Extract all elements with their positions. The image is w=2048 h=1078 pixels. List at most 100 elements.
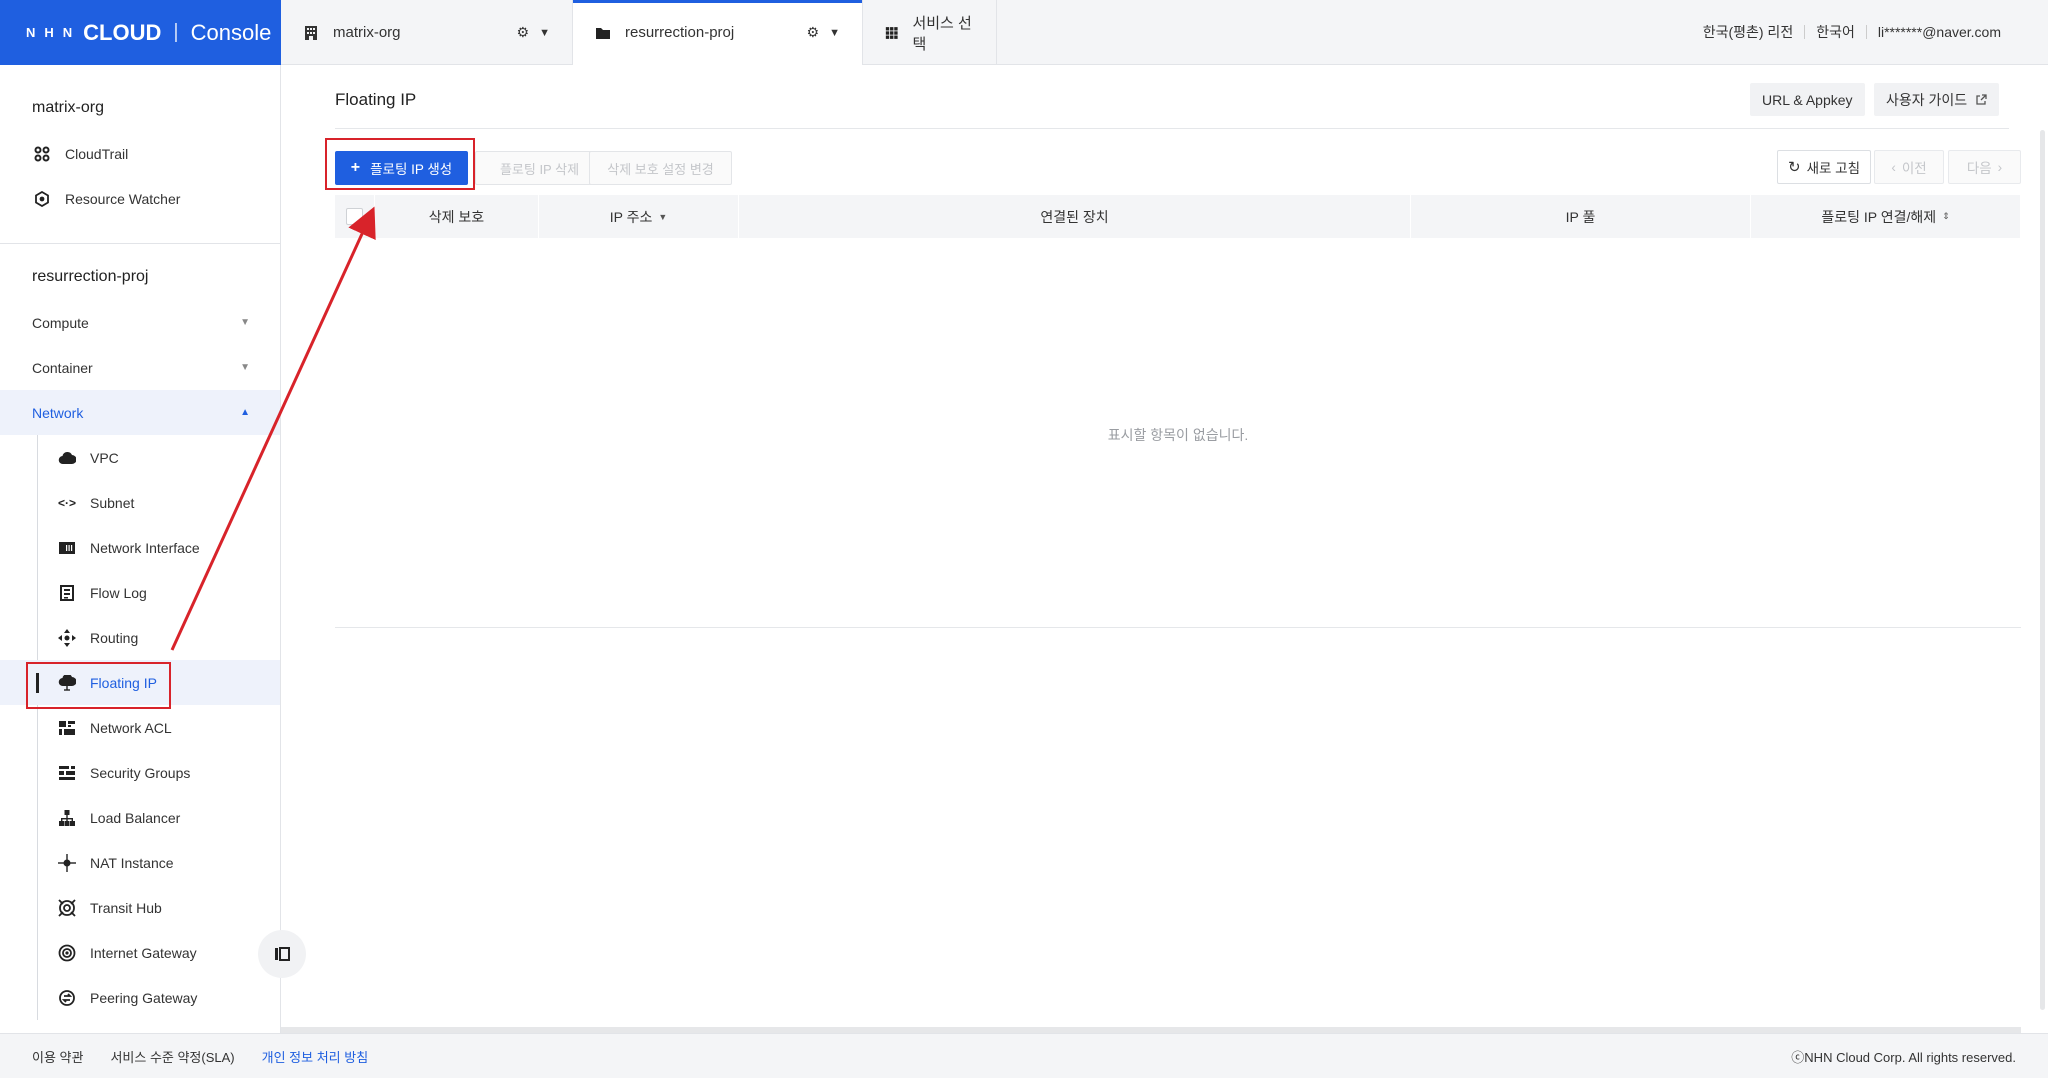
sidebar-item-transit-hub[interactable]: Transit Hub [0,885,280,930]
routing-icon [58,628,76,647]
cloud-icon [58,449,76,467]
vertical-scrollbar[interactable] [2040,130,2045,1010]
refresh-label: 새로 고침 [1806,161,1860,176]
brand-logo[interactable]: NHN CLOUD | Console [0,0,281,65]
sidebar-item-label: Network Interface [90,539,200,556]
user-account[interactable]: li*******@naver.com [1865,25,2012,39]
top-bar: NHN CLOUD | Console matrix-org ⚙ ▼ resur… [0,0,2048,65]
transit-hub-icon [58,898,76,917]
sidebar-item-security-groups[interactable]: Security Groups [0,750,280,795]
sidebar-item-network-interface[interactable]: Network Interface [0,525,280,570]
sidebar-item-load-balancer[interactable]: Load Balancer [0,795,280,840]
column-attach-detach[interactable]: 플로팅 IP 연결/해제 ⇕ [1751,195,2021,238]
nat-instance-icon [58,853,76,872]
column-ip-address[interactable]: IP 주소 ▼ [539,195,739,238]
load-balancer-icon [58,809,76,827]
delete-floating-ip-button[interactable]: 플로팅 IP 삭제 [475,151,604,185]
internet-gateway-icon [58,944,76,962]
project-tab[interactable]: resurrection-proj ⚙ ▼ [573,0,863,65]
protect-setting-button[interactable]: 삭제 보호 설정 변경 [589,151,732,185]
sidebar-item-label: Routing [90,629,139,646]
sidebar-category-compute[interactable]: Compute ▼ [0,300,280,345]
sidebar-item-label: Internet Gateway [90,944,197,961]
top-right-menu: 한국(평촌) 리전 한국어 li*******@naver.com [1692,0,2048,64]
service-select-label: 서비스 선택 [912,14,972,53]
peering-gateway-icon [58,989,76,1007]
service-select-tab[interactable]: 서비스 선택 [863,0,997,65]
create-floating-ip-button[interactable]: + 플로팅 IP 생성 [335,151,468,185]
page-title: Floating IP [335,90,417,109]
network-interface-icon [58,539,76,557]
next-page-button[interactable]: 다음 › [1948,150,2021,184]
prev-label: 이전 [1901,161,1927,176]
brand-cloud: CLOUD [83,19,162,45]
sidebar-item-subnet[interactable]: <·> Subnet [0,480,280,525]
table-bottom-line [335,627,2021,628]
chevron-down-icon: ▼ [240,317,250,328]
footer-sla-link[interactable]: 서비스 수준 약정(SLA) [110,1047,234,1066]
footer-terms-link[interactable]: 이용 약관 [32,1047,83,1066]
floating-ip-icon [58,674,76,692]
title-divider [335,128,2009,129]
chevron-up-icon: ▲ [240,407,250,418]
user-guide-label: 사용자 가이드 [1886,91,1968,108]
sidebar-item-label: CloudTrail [65,145,129,162]
column-connected-device: 연결된 장치 [739,195,1411,238]
org-tab[interactable]: matrix-org ⚙ ▼ [281,0,573,65]
sidebar-item-label: Security Groups [90,764,191,781]
url-appkey-button[interactable]: URL & Appkey [1750,83,1865,116]
brand-nhn: NHN [26,25,82,40]
sidebar-item-label: Transit Hub [90,899,162,916]
sidebar-category-container[interactable]: Container ▼ [0,345,280,390]
sidebar-item-label: VPC [90,449,119,466]
user-guide-button[interactable]: 사용자 가이드 [1874,83,2000,116]
sort-down-icon: ▼ [658,211,668,222]
sidebar: matrix-org CloudTrail Resource Watcher r… [0,65,281,1033]
sidebar-item-label: Floating IP [90,674,157,691]
select-all-checkbox[interactable] [346,208,363,225]
sidebar-item-routing[interactable]: Routing [0,615,280,660]
sidebar-item-internet-gateway[interactable]: Internet Gateway [0,930,280,975]
sidebar-item-network-acl[interactable]: Network ACL [0,705,280,750]
folder-icon [596,27,610,39]
column-attach-detach-label: 플로팅 IP 연결/해제 [1821,208,1937,225]
resource-watcher-icon [33,190,51,208]
chevron-left-icon: ‹ [1891,159,1896,175]
sidebar-item-label: Load Balancer [90,809,181,826]
sidebar-item-label: Network ACL [90,719,172,736]
project-gear-icon[interactable]: ⚙ [807,24,820,41]
sidebar-item-resource-watcher[interactable]: Resource Watcher [0,176,280,221]
subnet-icon: <·> [58,495,77,510]
sidebar-item-nat-instance[interactable]: NAT Instance [0,840,280,885]
footer-privacy-link[interactable]: 개인 정보 처리 방침 [262,1047,369,1066]
security-groups-icon [58,764,76,782]
brand-console: Console [190,19,272,45]
sidebar-item-peering-gateway[interactable]: Peering Gateway [0,975,280,1020]
sidebar-item-label: NAT Instance [90,854,174,871]
org-gear-icon[interactable]: ⚙ [517,24,530,41]
column-ip-address-label: IP 주소 [609,208,653,225]
external-link-icon [1976,93,1987,105]
project-section-title: resurrection-proj [32,268,149,285]
network-subtree: VPC <·> Subnet Network Interface Flow Lo… [0,435,280,1020]
sidebar-category-network[interactable]: Network ▲ [0,390,280,435]
region-selector[interactable]: 한국(평촌) 리전 [1692,25,1805,39]
prev-page-button[interactable]: ‹ 이전 [1874,150,1944,184]
org-section-title: matrix-org [32,99,105,116]
refresh-button[interactable]: ↻ 새로 고침 [1777,150,1871,184]
project-chevron-down-icon[interactable]: ▼ [829,27,840,39]
sidebar-item-label: Subnet [90,494,135,511]
brand-separator: | [173,21,179,43]
sidebar-item-vpc[interactable]: VPC [0,435,280,480]
column-delete-protect: 삭제 보호 [375,195,539,238]
sidebar-item-cloudtrail[interactable]: CloudTrail [0,131,280,176]
sidebar-item-flow-log[interactable]: Flow Log [0,570,280,615]
language-selector[interactable]: 한국어 [1804,25,1866,39]
org-chevron-down-icon[interactable]: ▼ [539,27,550,39]
network-acl-icon [58,719,76,737]
footer: 이용 약관 서비스 수준 약정(SLA) 개인 정보 처리 방침 ⓒNHN Cl… [0,1033,2048,1078]
chevron-down-icon: ▼ [240,362,250,373]
grid-icon [885,26,898,39]
sidebar-item-floating-ip[interactable]: Floating IP [0,660,280,705]
sidebar-item-label: Peering Gateway [90,989,198,1006]
